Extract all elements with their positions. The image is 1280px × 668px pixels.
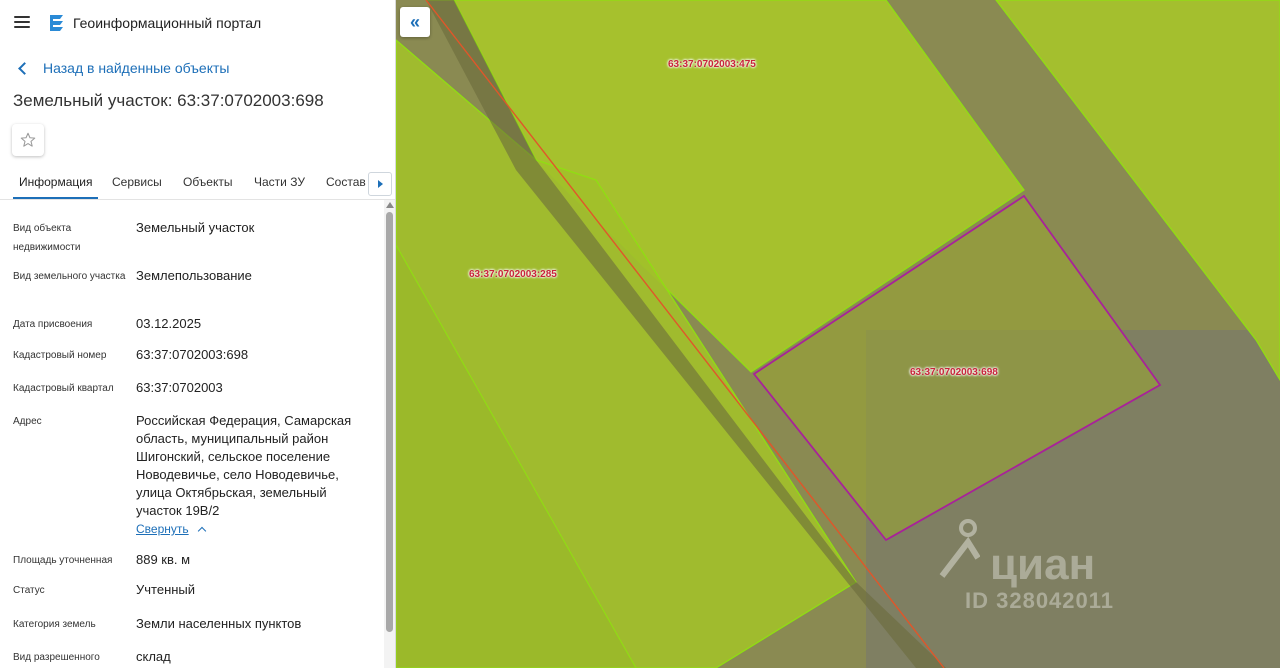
side-panel: Геоинформационный портал Назад в найденн… (0, 0, 396, 668)
info-value: Российская Федерация, Самарская область,… (136, 413, 352, 518)
info-value: 03.12.2025 (136, 316, 202, 331)
collapse-address-link[interactable]: Свернуть (136, 522, 206, 536)
tab-objects[interactable]: Объекты (183, 166, 233, 199)
chevron-up-icon (197, 526, 206, 536)
watermark-brand: циан (990, 540, 1096, 589)
info-value: Земельный участок (136, 220, 255, 235)
info-label: Дата присвоения (13, 319, 93, 330)
back-to-results-link[interactable]: Назад в найденные объекты (14, 58, 229, 78)
tab-bar: Информация Сервисы Объекты Части ЗУ Сост… (0, 166, 395, 200)
tab-info[interactable]: Информация (13, 166, 99, 199)
scrollbar-thumb[interactable] (386, 212, 393, 632)
tabs-scroll-right-button[interactable] (368, 172, 392, 196)
menu-icon[interactable] (12, 12, 32, 32)
chevron-left-icon (18, 61, 31, 75)
map-canvas (396, 0, 1280, 668)
watermark-id: ID 328042011 (965, 588, 1115, 613)
app-title: Геоинформационный портал (73, 15, 262, 31)
portal-logo-icon (48, 13, 66, 33)
info-value: Земли населенных пунктов (136, 616, 302, 631)
info-label: Вид объекта недвижимости (13, 223, 81, 253)
info-label: Кадастровый квартал (13, 383, 114, 394)
scroll-up-arrow-icon[interactable] (386, 202, 394, 208)
info-value: склад (136, 649, 171, 664)
info-value: 63:37:0702003 (136, 380, 223, 395)
map-view[interactable]: 63:37:0702003:475 63:37:0702003:285 63:3… (396, 0, 1280, 668)
info-value: Землепользование (136, 268, 252, 283)
parcel-label-698: 63:37:0702003:698 (910, 367, 998, 378)
parcel-label-475: 63:37:0702003:475 (668, 59, 756, 70)
page-title: Земельный участок: 63:37:0702003:698 (13, 91, 324, 110)
info-label: Вид земельного участка (13, 271, 126, 282)
collapse-label: Свернуть (136, 522, 189, 536)
tab-composition[interactable]: Состав (326, 166, 366, 199)
favorite-button[interactable] (12, 124, 44, 156)
parcel-label-285: 63:37:0702003:285 (469, 269, 557, 280)
tab-services[interactable]: Сервисы (112, 166, 162, 199)
info-value: 63:37:0702003:698 (136, 347, 249, 362)
info-label: Площадь уточненная (13, 555, 113, 566)
arrow-right-icon (377, 180, 383, 188)
info-value: Учтенный (136, 582, 196, 597)
info-label: Адрес (13, 416, 42, 427)
info-label: Кадастровый номер (13, 350, 107, 361)
star-icon (20, 132, 36, 147)
info-list: Вид объекта недвижимости Земельный участ… (0, 201, 384, 668)
back-link-label: Назад в найденные объекты (43, 60, 230, 76)
info-value: 889 кв. м (136, 552, 191, 567)
collapse-panel-button[interactable]: « (400, 7, 430, 37)
info-label: Вид разрешенного (13, 652, 100, 663)
watermark-logo-icon (939, 519, 980, 578)
tab-parts[interactable]: Части ЗУ (254, 166, 305, 199)
top-bar: Геоинформационный портал (0, 0, 395, 46)
info-label: Категория земель (13, 619, 96, 630)
info-label: Статус (13, 585, 45, 596)
